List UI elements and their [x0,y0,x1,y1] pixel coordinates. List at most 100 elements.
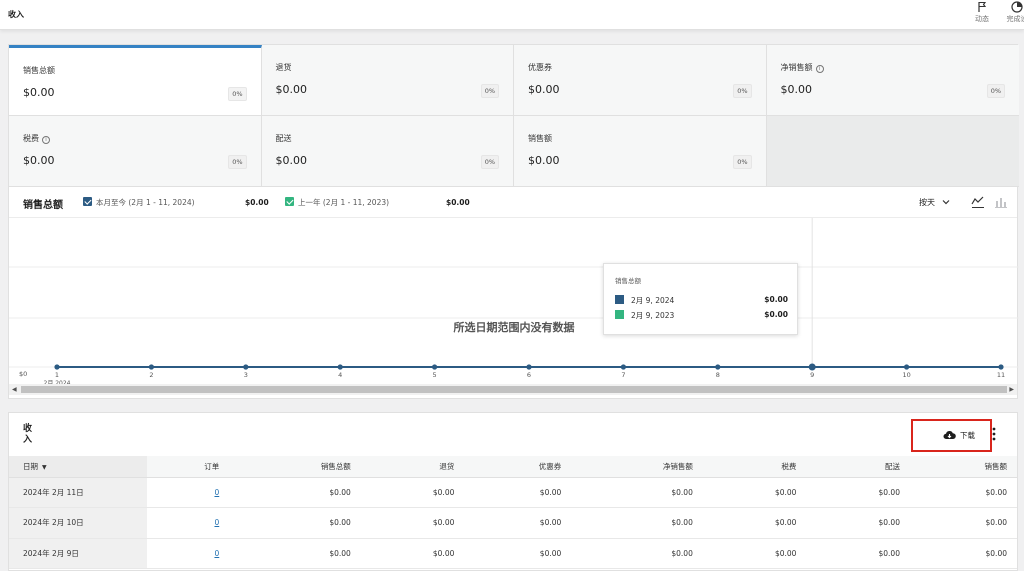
scroll-left-arrow[interactable]: ◀ [12,384,17,395]
column-header-gross-sales[interactable]: 销售总额 [229,456,361,478]
x-tick-label: 6 [527,371,531,379]
activity-button[interactable]: 动态 [967,1,997,24]
cell-value: $0.00 [806,507,910,539]
cell-value: $0.00 [571,477,703,508]
tile-delta-badge: 0% [480,84,499,98]
table-header-row: 日期 ▼ 订单 销售总额 退货 优惠券 净销售额 税费 配送 销售额 [9,456,1017,478]
cell-value: $0.00 [464,538,572,569]
tile-delta-badge: 0% [733,84,752,98]
checkbox-icon [285,197,294,206]
tile-label: 配送 [275,134,292,143]
data-point [620,364,627,370]
progress-icon [1011,1,1023,13]
x-tick-label: 2 [149,371,153,379]
legend-current-period[interactable]: 本月至今 (2月 1 - 11, 2024) [83,197,195,208]
bar-chart-icon [995,198,1007,208]
cell-value: $0.00 [909,507,1017,539]
column-header-date[interactable]: 日期 ▼ [9,456,147,478]
line-chart-toggle[interactable] [971,195,985,212]
tooltip-date: 2月 9, 2023 [631,311,675,320]
summary-tile-net-sales[interactable]: 净销售额 i $0.00 0% [766,45,1019,116]
sales-line-chart: $0 1 2 3 4 5 6 7 8 9 10 112月 2024 [9,218,1019,387]
sort-chevron-icon: ▼ [42,463,47,471]
cell-date: 2024年 2月 9日 [9,538,147,569]
no-data-message: 所选日期范围内没有数据 [453,321,575,334]
summary-tile-gross-sales[interactable]: 销售总额 $0.00 0% [9,45,262,116]
series-swatch [615,295,624,304]
cell-date: 2024年 2月 10日 [9,507,147,539]
legend-label: 上一年 (2月 1 - 11, 2023) [298,198,390,207]
column-header-orders[interactable]: 订单 [147,456,230,478]
cell-value: $0.00 [464,477,572,508]
scrollbar-thumb[interactable] [21,386,1007,393]
column-header-coupons[interactable]: 优惠券 [464,456,572,478]
tile-value: $0.00 [528,83,560,96]
info-icon[interactable]: i [815,65,824,73]
orders-link[interactable]: 0 [214,549,219,558]
chart-horizontal-scrollbar[interactable]: ◀ ▶ [9,384,1017,395]
data-point [54,364,60,370]
tile-value: $0.00 [780,83,813,96]
chart-header: 销售总额 本月至今 (2月 1 - 11, 2024) $0.00 上一年 (2… [9,187,1017,218]
bar-chart-toggle[interactable] [994,195,1008,212]
column-header-shipping[interactable]: 配送 [806,456,910,478]
x-tick-label: 11 [997,371,1005,379]
data-point [148,364,154,370]
orders-link[interactable]: 0 [214,518,219,527]
data-point [715,364,721,370]
tooltip-row: 2月 9, 2023 $0.00 [615,310,788,321]
column-header-returns[interactable]: 退货 [360,456,465,478]
tile-delta-badge: 0% [228,155,247,169]
info-icon[interactable]: i [42,136,50,144]
table-row: 2024年 2月 9日 0 $0.00 $0.00 $0.00 $0.00 $0… [9,538,1017,569]
data-point [904,364,910,370]
chart-card: 销售总额 本月至今 (2月 1 - 11, 2024) $0.00 上一年 (2… [8,187,1019,399]
column-header-taxes[interactable]: 税费 [702,456,807,478]
finish-setup-button[interactable]: 完成设 [1000,1,1024,24]
cell-value: $0.00 [360,507,465,539]
tile-value: $0.00 [23,86,55,99]
data-point [337,364,343,370]
tile-delta-badge: 0% [986,84,1005,98]
series-swatch [615,310,624,319]
revenue-table-card: 收入 下载 日期▼ 订单 销售总额 退货 优惠券 净销售额 税费 配送 销售额 [8,412,1018,571]
data-point [526,364,532,370]
tile-value: $0.00 [275,83,308,96]
cell-value: $0.00 [229,477,361,508]
scroll-right-arrow[interactable]: ▶ [1009,384,1014,395]
summary-tile-total-sales[interactable]: 销售额 $0.00 0% [514,116,767,187]
tile-label: 销售额 [528,134,552,143]
tile-value: $0.00 [275,154,308,167]
interval-select[interactable]: 按天 [919,197,950,208]
tile-label: 退货 [275,63,292,72]
orders-link[interactable]: 0 [214,488,219,497]
legend-value: $0.00 [446,198,470,207]
tile-label: 净销售额 [780,63,813,72]
cell-value: $0.00 [909,538,1017,569]
data-point [998,364,1004,370]
download-button[interactable]: 下载 [911,419,992,452]
more-options-button[interactable] [992,427,996,441]
summary-tile-taxes[interactable]: 税费 i $0.00 0% [9,116,262,187]
summary-tile-coupons[interactable]: 优惠券 $0.00 0% [514,45,767,116]
y-tick-label: $0 [19,370,27,378]
line-chart-icon [971,196,984,208]
column-header-total-sales[interactable]: 销售额 [909,456,1017,478]
cell-value: $0.00 [360,538,465,569]
interval-label: 按天 [919,198,935,207]
more-vertical-icon [992,427,996,441]
summary-tile-returns[interactable]: 退货 $0.00 0% [261,45,514,116]
cell-date: 2024年 2月 11日 [9,477,147,508]
tile-value: $0.00 [23,154,55,167]
x-tick-label: 10 [902,371,910,379]
checkbox-icon [83,197,92,206]
legend-previous-year[interactable]: 上一年 (2月 1 - 11, 2023) [285,197,389,208]
data-point [243,364,249,370]
column-header-net-sales[interactable]: 净销售额 [571,456,703,478]
cell-value: $0.00 [702,538,807,569]
tile-label: 销售总额 [23,66,55,75]
tile-label: 税费 [23,134,39,143]
summary-tile-shipping[interactable]: 配送 $0.00 0% [261,116,514,187]
x-tick-label: 5 [433,371,437,379]
cell-value: $0.00 [229,538,361,569]
